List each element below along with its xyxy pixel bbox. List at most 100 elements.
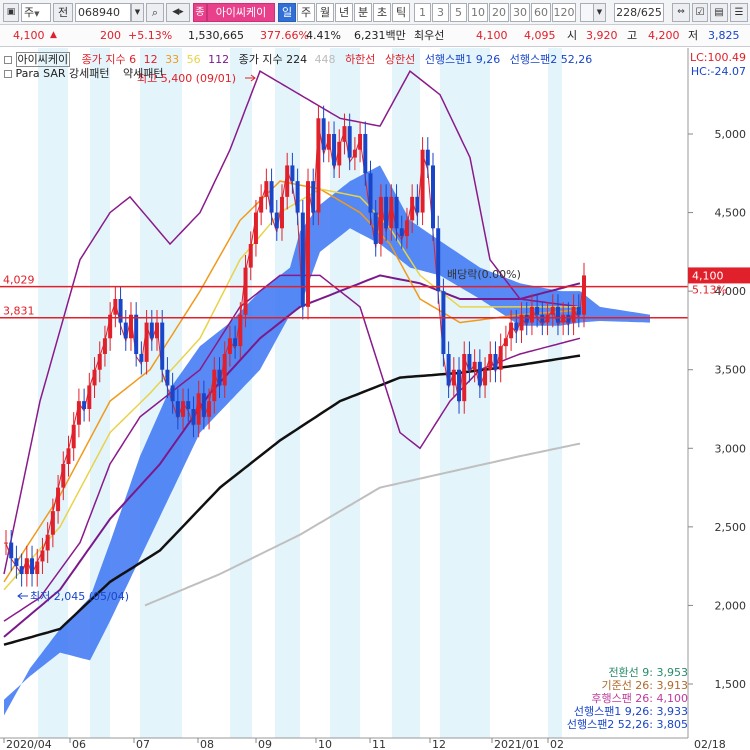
expand-icon[interactable]: ⇔ — [672, 3, 690, 22]
dividend-annotation: 배당락(0.00%) — [447, 268, 521, 281]
candle-body — [571, 306, 576, 323]
info-lagging: 후행스팬 26: 4,100 — [591, 692, 688, 705]
y-tick-label: 1,500 — [715, 678, 747, 691]
period-day[interactable]: 일 — [278, 3, 296, 22]
candle-body — [363, 134, 368, 174]
candle-body — [514, 322, 519, 331]
last-date-label: 02/18 — [694, 738, 726, 750]
chart-svg[interactable]: 4,0293,831최고 5,400 (09/01)최저 2,045 (05/0… — [0, 48, 750, 750]
candle-body — [76, 401, 81, 425]
candle-body — [373, 212, 378, 244]
candle-body — [311, 181, 316, 213]
hline-label: 3,831 — [3, 305, 35, 318]
interval-1[interactable]: 1 — [414, 3, 431, 22]
priority-label: 최우선 — [414, 29, 445, 42]
candle-body — [30, 558, 35, 574]
search-icon[interactable]: ⌕ — [146, 3, 164, 22]
period-week[interactable]: 주 — [297, 3, 315, 22]
current-price: 4,100 — [13, 29, 45, 42]
interval-5[interactable]: 5 — [450, 3, 467, 22]
candle-body — [201, 393, 206, 417]
candle-body — [368, 173, 373, 213]
save-icon[interactable]: ▤ — [710, 3, 728, 22]
legend-span1: 선행스팬1 9,26 — [424, 53, 501, 66]
code-prefix[interactable]: 전 — [53, 3, 73, 22]
interval-20[interactable]: 20 — [489, 3, 509, 22]
x-tick-label: 10 — [318, 738, 332, 750]
candle-body — [233, 338, 238, 347]
open-price: 3,920 — [586, 29, 618, 42]
x-tick-label: 11 — [372, 738, 386, 750]
legend-ma-56: 56 — [186, 53, 201, 66]
interval-60[interactable]: 60 — [531, 3, 551, 22]
page-counter: 228/625 — [614, 3, 664, 22]
candle-body — [269, 181, 274, 213]
candle-body — [488, 354, 493, 370]
candle-body — [139, 354, 144, 362]
low-price: 3,825 — [708, 29, 740, 42]
turnover: 4.41% — [306, 29, 341, 42]
candle-body — [40, 550, 45, 562]
ask-price: 4,100 — [476, 29, 508, 42]
candle-body — [529, 306, 534, 323]
candle-body — [555, 306, 560, 323]
y-tick-label: 5,000 — [715, 128, 747, 141]
candle-body — [451, 369, 456, 386]
x-tick-label: 2020/04 — [6, 738, 52, 750]
candle-body — [50, 511, 55, 535]
custom-interval-dropdown-icon[interactable]: ▼ — [593, 3, 606, 22]
candle-body — [4, 542, 8, 544]
price-chart[interactable]: 4,029 3,831 최고 5,400 (09/01) 최저 2,045 (05/0… — [0, 48, 750, 750]
candle-body — [24, 558, 29, 574]
candle-body — [238, 314, 243, 347]
candle-body — [306, 181, 311, 307]
current-price-pct-label: 5.13% — [692, 283, 727, 296]
candle-body — [66, 448, 71, 464]
interval-10[interactable]: 10 — [468, 3, 488, 22]
bid-price: 4,095 — [524, 29, 556, 42]
stock-name: 아이씨케이 — [207, 3, 275, 22]
candle-body — [582, 275, 586, 315]
stock-code-input[interactable]: 068940 — [75, 3, 131, 22]
candle-body — [321, 118, 326, 150]
layout-icon[interactable]: ▣ — [3, 3, 19, 22]
candle-body — [457, 369, 462, 402]
candle-body — [196, 393, 201, 425]
candle-body — [430, 165, 435, 229]
list-icon[interactable]: ☰ — [730, 3, 748, 22]
y-tick-label: 2,000 — [715, 599, 747, 612]
period-month[interactable]: 월 — [316, 3, 334, 22]
candle-body — [165, 369, 170, 386]
candle-body — [566, 314, 571, 323]
legend-toggle-icon[interactable] — [4, 56, 12, 64]
candle-body — [19, 566, 24, 574]
period-tick[interactable]: 틱 — [392, 3, 410, 22]
candle-body — [545, 314, 550, 323]
legend-toggle-icon[interactable] — [4, 70, 12, 78]
month-band — [275, 48, 300, 738]
y-axis-panel — [688, 48, 750, 750]
candle-body — [352, 149, 357, 158]
candle-body — [503, 338, 508, 347]
interval-3[interactable]: 3 — [432, 3, 449, 22]
interval-30[interactable]: 30 — [510, 3, 530, 22]
candle-body — [56, 487, 61, 512]
candle-body — [415, 196, 420, 213]
candle-body — [462, 354, 467, 402]
candle-body — [259, 196, 264, 213]
open-label: 시 — [567, 29, 578, 42]
code-dropdown-icon[interactable]: ▼ — [131, 3, 144, 22]
period-second[interactable]: 초 — [373, 3, 391, 22]
high-price: 4,200 — [648, 29, 680, 42]
low-arrow-icon — [17, 592, 28, 600]
market-select[interactable]: 주▼ — [21, 3, 51, 22]
checkbox-icon[interactable]: ☑ — [692, 3, 708, 22]
period-year[interactable]: 년 — [335, 3, 353, 22]
candle-body — [498, 346, 503, 370]
period-minute[interactable]: 분 — [354, 3, 372, 22]
candle-body — [253, 212, 258, 244]
hline-label: 4,029 — [3, 274, 35, 287]
speaker-icon[interactable]: ◀▸ — [166, 3, 190, 22]
interval-120[interactable]: 120 — [552, 3, 576, 22]
candle-body — [134, 314, 139, 354]
